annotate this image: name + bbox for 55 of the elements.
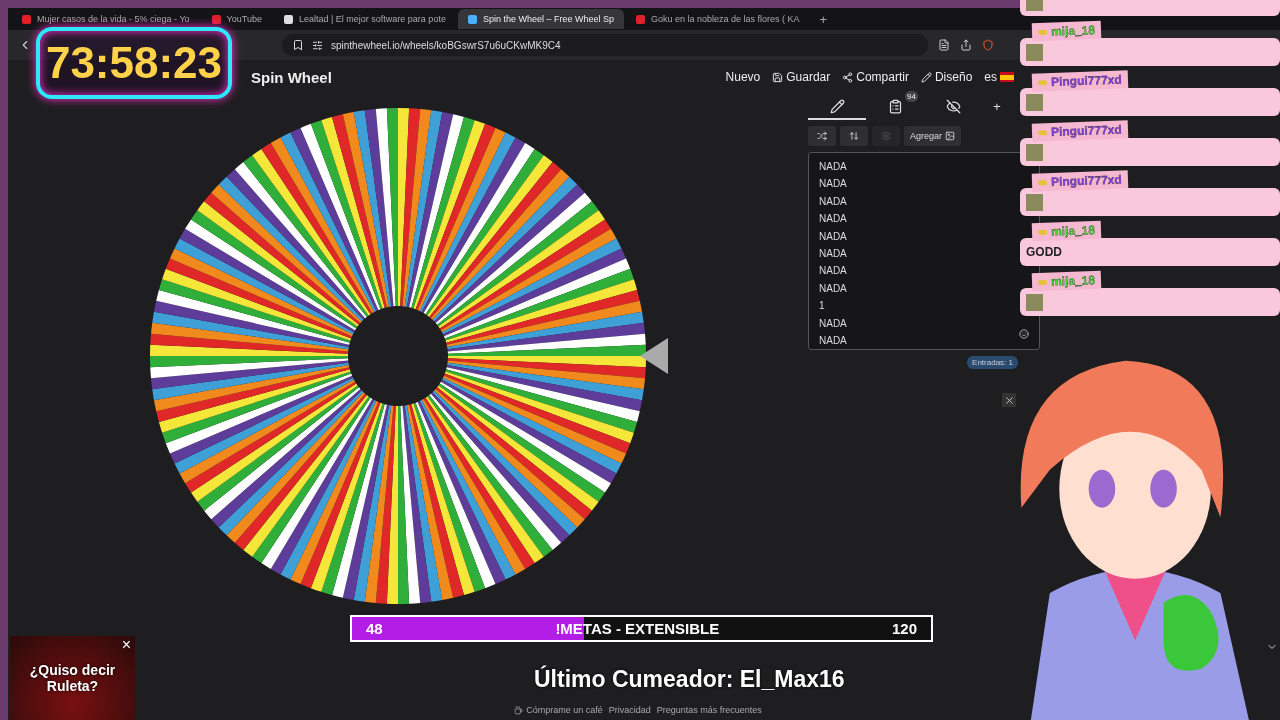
pointer-icon <box>640 338 668 374</box>
clipboard-icon <box>887 98 903 114</box>
new-tab-button[interactable]: + <box>811 11 836 27</box>
coffee-icon <box>514 705 524 715</box>
spinning-wheel-drawing[interactable] <box>150 108 646 604</box>
eye-off-icon <box>945 98 961 114</box>
browser-tab[interactable]: Goku en la nobleza de las flores ( KA <box>625 9 810 29</box>
roulette-ad[interactable]: ¿Quiso decir Ruleta? × <box>10 636 135 720</box>
nav-link[interactable]: Compartir <box>842 70 909 84</box>
site-logo[interactable]: Spin Wheel <box>251 68 332 86</box>
count-badge: 94 <box>905 91 918 102</box>
sort-icon <box>849 131 859 141</box>
emote-image <box>1026 193 1043 211</box>
footer-link[interactable]: Cómprame un café <box>514 705 603 715</box>
shuffle-icon <box>817 131 827 141</box>
add-button[interactable]: Agregar <box>904 126 962 146</box>
shield-icon[interactable] <box>982 39 994 51</box>
share-icon <box>842 71 854 83</box>
nav-link[interactable]: Nuevo <box>725 70 761 84</box>
close-button[interactable]: × <box>119 636 133 654</box>
pencil-icon <box>920 71 932 83</box>
emote-image <box>1026 43 1043 61</box>
shuffle-button[interactable] <box>808 126 836 146</box>
reader-icon[interactable] <box>938 39 950 51</box>
entries-count: Entradas: 1 <box>967 356 1018 369</box>
bookmark-icon[interactable] <box>292 39 304 51</box>
emote-image <box>1026 93 1043 111</box>
browser-tab[interactable]: YouTube <box>201 9 272 29</box>
url-text: spinthewheel.io/wheels/koBGswrS7u6uCKwMK9C4 <box>331 39 561 51</box>
address-bar[interactable]: spinthewheel.io/wheels/koBGswrS7u6uCKwMK9C4 <box>282 34 928 56</box>
chat-bubble: GODD <box>1020 238 1280 266</box>
close-icon[interactable] <box>1002 393 1016 407</box>
language-selector[interactable]: es <box>984 70 1014 84</box>
countdown-timer: 73:58:23 <box>36 27 232 99</box>
emote-image <box>1026 143 1043 161</box>
emoji-icon[interactable] <box>1019 329 1029 339</box>
nav-link[interactable]: Guardar <box>772 70 831 84</box>
editor-tab[interactable]: 94 <box>866 94 924 120</box>
emote-image <box>1026 293 1043 311</box>
image-icon <box>945 131 956 141</box>
share-icon[interactable] <box>960 39 972 51</box>
add-button[interactable]: + <box>982 94 1012 120</box>
browser-tab[interactable]: Lealtad | El mejor software para pote <box>273 9 456 29</box>
browser-tab[interactable]: Mujer casos de la vida - 5% ciega - Yo <box>12 9 200 29</box>
last-cumeador-text: Último Cumeador: El_Max16 <box>534 666 845 693</box>
nav-link[interactable]: Diseño <box>920 70 973 84</box>
pencil-icon <box>829 98 845 114</box>
save-icon <box>772 71 784 83</box>
browser-tab[interactable]: Spin the Wheel – Free Wheel Sp <box>457 9 624 29</box>
sort-button[interactable] <box>840 126 868 146</box>
footer-link[interactable]: Preguntas más frecuentes <box>656 705 762 715</box>
site-settings-icon[interactable] <box>312 39 323 51</box>
goal-bar: 48 !METAS - EXTENSIBLE 120 <box>350 615 933 642</box>
gear-icon <box>881 131 891 141</box>
footer-link[interactable]: Privacidad <box>608 705 651 715</box>
